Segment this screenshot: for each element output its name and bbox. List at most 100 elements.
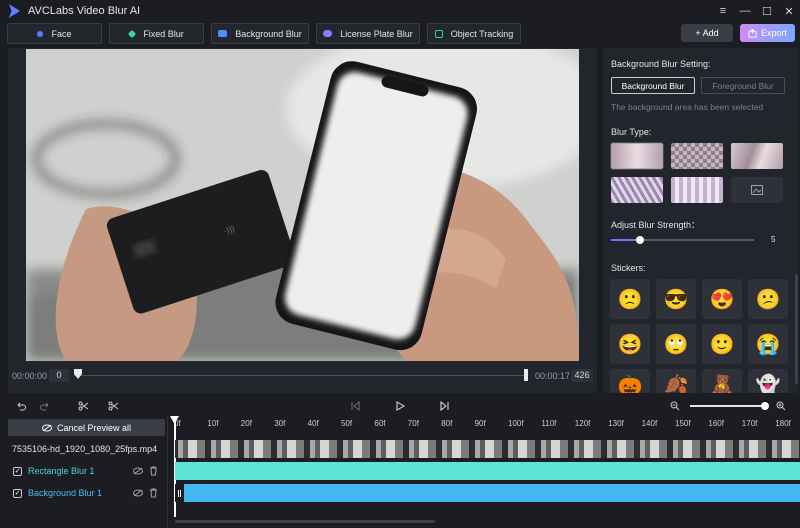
- tab-fixed-blur[interactable]: Fixed Blur: [109, 23, 204, 44]
- ruler-tick-label: 120f: [574, 419, 591, 428]
- sticker-item[interactable]: 😍: [702, 279, 742, 319]
- blur-type-glitch[interactable]: [611, 177, 663, 203]
- track-checkbox[interactable]: ✓: [13, 488, 22, 498]
- sticker-item[interactable]: 🙂: [702, 324, 742, 364]
- sticker-item[interactable]: 😭: [748, 324, 788, 364]
- strength-slider[interactable]: [611, 236, 754, 244]
- seek-bar[interactable]: 00:00:00 0 00:00:17 426: [8, 366, 597, 386]
- sticker-item[interactable]: 🧸: [702, 369, 742, 393]
- background-blur-icon: [218, 30, 228, 37]
- zoom-slider[interactable]: [690, 402, 770, 410]
- minimize-button[interactable]: —: [734, 5, 756, 17]
- redo-icon[interactable]: [40, 401, 50, 411]
- eye-off-icon: [41, 424, 52, 431]
- settings-panel: Background Blur Setting: Background Blur…: [603, 48, 798, 393]
- frame-start-input[interactable]: 0: [49, 369, 69, 382]
- preview-area: ·))) 00:00:00 0 00:00:17 426: [8, 48, 597, 393]
- tab-object-tracking[interactable]: Object Tracking: [427, 23, 521, 44]
- sticker-item[interactable]: 🙄: [656, 324, 696, 364]
- sticker-item[interactable]: 😕: [748, 279, 788, 319]
- frame-end-input[interactable]: 426: [571, 369, 593, 382]
- file-name: 7535106-hd_1920_1080_25fps.mp4: [12, 444, 158, 454]
- blur-type-motion[interactable]: [731, 143, 783, 169]
- ruler-tick-label: 110f: [541, 419, 557, 428]
- sticker-item[interactable]: 😎: [656, 279, 696, 319]
- export-button[interactable]: Export: [740, 24, 795, 42]
- title-bar: AVCLabs Video Blur AI ≡ — ☐ ✕: [0, 0, 800, 22]
- image-icon: [751, 185, 763, 195]
- ruler-tick-label: 70f: [407, 419, 419, 428]
- strength-knob[interactable]: [635, 236, 644, 244]
- cut-icon[interactable]: [108, 401, 119, 411]
- zoom-in-icon[interactable]: [776, 401, 786, 411]
- blur-type-gaussian[interactable]: [611, 143, 663, 169]
- track-label: Rectangle Blur 1: [28, 466, 95, 476]
- strength-title: Adjust Blur Strength：: [611, 220, 701, 230]
- track-label: Background Blur 1: [28, 488, 103, 498]
- cancel-preview-button[interactable]: Cancel Preview all: [8, 419, 165, 436]
- ruler-tick-label: 160f: [708, 419, 724, 428]
- tab-license-plate-blur-label: License Plate Blur: [340, 28, 413, 39]
- tab-license-plate-blur[interactable]: License Plate Blur: [316, 23, 420, 44]
- sticker-item[interactable]: 🎃: [610, 369, 650, 393]
- face-icon: [37, 30, 44, 37]
- play-icon[interactable]: [396, 401, 405, 411]
- clip-trim-handle[interactable]: [175, 484, 184, 502]
- delete-track-icon[interactable]: [149, 466, 158, 476]
- object-tracking-icon: [434, 29, 443, 38]
- hide-track-icon[interactable]: [133, 489, 143, 497]
- ruler-tick-label: 170f: [741, 419, 758, 428]
- tab-background-blur-label: Background Blur: [235, 28, 302, 39]
- ruler-tick-label: 20f: [240, 419, 252, 428]
- playhead-handle[interactable]: [74, 369, 82, 379]
- fixed-blur-icon: [127, 29, 137, 38]
- track-row-background-blur[interactable]: ✓ Background Blur 1: [8, 484, 164, 502]
- timeline-toolbar: [0, 395, 800, 417]
- next-frame-icon[interactable]: [440, 401, 449, 411]
- video-clip-strip[interactable]: [175, 440, 800, 458]
- ruler-tick-label: 140f: [641, 419, 658, 428]
- stickers-title: Stickers:: [611, 263, 646, 273]
- sticker-item[interactable]: 🍂: [656, 369, 696, 393]
- add-button[interactable]: + Add: [681, 24, 733, 42]
- tab-face[interactable]: Face: [7, 23, 102, 44]
- sticker-item[interactable]: 😆: [610, 324, 650, 364]
- seek-end-marker[interactable]: [524, 369, 528, 381]
- license-plate-icon: [323, 30, 333, 37]
- background-blur-clip[interactable]: [175, 484, 800, 502]
- delete-track-icon[interactable]: [149, 488, 158, 498]
- background-blur-option[interactable]: Background Blur: [611, 77, 695, 94]
- maximize-button[interactable]: ☐: [756, 5, 778, 18]
- time-end: 00:00:17: [535, 371, 571, 381]
- sticker-item[interactable]: 🙁: [610, 279, 650, 319]
- setting-title: Background Blur Setting:: [611, 59, 711, 69]
- ruler-tick-label: 30f: [274, 419, 286, 428]
- hide-track-icon[interactable]: [133, 467, 143, 475]
- tab-face-label: Face: [51, 28, 72, 39]
- timeline-scrollbar[interactable]: [175, 520, 435, 523]
- split-icon[interactable]: [78, 401, 89, 411]
- foreground-blur-option[interactable]: Foreground Blur: [701, 77, 785, 94]
- blur-type-custom-image[interactable]: [731, 177, 783, 203]
- undo-icon[interactable]: [16, 401, 26, 411]
- track-row-rectangle-blur[interactable]: ✓ Rectangle Blur 1: [8, 462, 164, 480]
- seek-track[interactable]: [74, 375, 528, 376]
- previous-frame-icon[interactable]: [351, 401, 360, 411]
- timeline-divider: [167, 417, 168, 528]
- window-controls: ≡ — ☐ ✕: [712, 0, 800, 22]
- rectangle-blur-clip[interactable]: [175, 462, 800, 480]
- track-checkbox[interactable]: ✓: [13, 466, 22, 476]
- zoom-knob[interactable]: [761, 402, 770, 410]
- ruler-tick-label: 50f: [341, 419, 353, 428]
- panel-scrollbar[interactable]: [795, 274, 798, 384]
- blur-type-streak[interactable]: [671, 177, 723, 203]
- tab-background-blur[interactable]: Background Blur: [211, 23, 309, 44]
- timeline-ruler[interactable]: 0f 10f 20f 30f 40f 50f 60f 70f 80f 90f 100f 110f 120…: [170, 417, 800, 435]
- menu-icon[interactable]: ≡: [712, 5, 734, 17]
- sticker-item[interactable]: 👻: [748, 369, 788, 393]
- blur-type-mosaic[interactable]: [671, 143, 723, 169]
- tab-object-tracking-label: Object Tracking: [450, 28, 514, 39]
- zoom-out-icon[interactable]: [670, 401, 680, 411]
- ruler-tick-label: 180f: [775, 419, 791, 428]
- close-button[interactable]: ✕: [778, 5, 800, 18]
